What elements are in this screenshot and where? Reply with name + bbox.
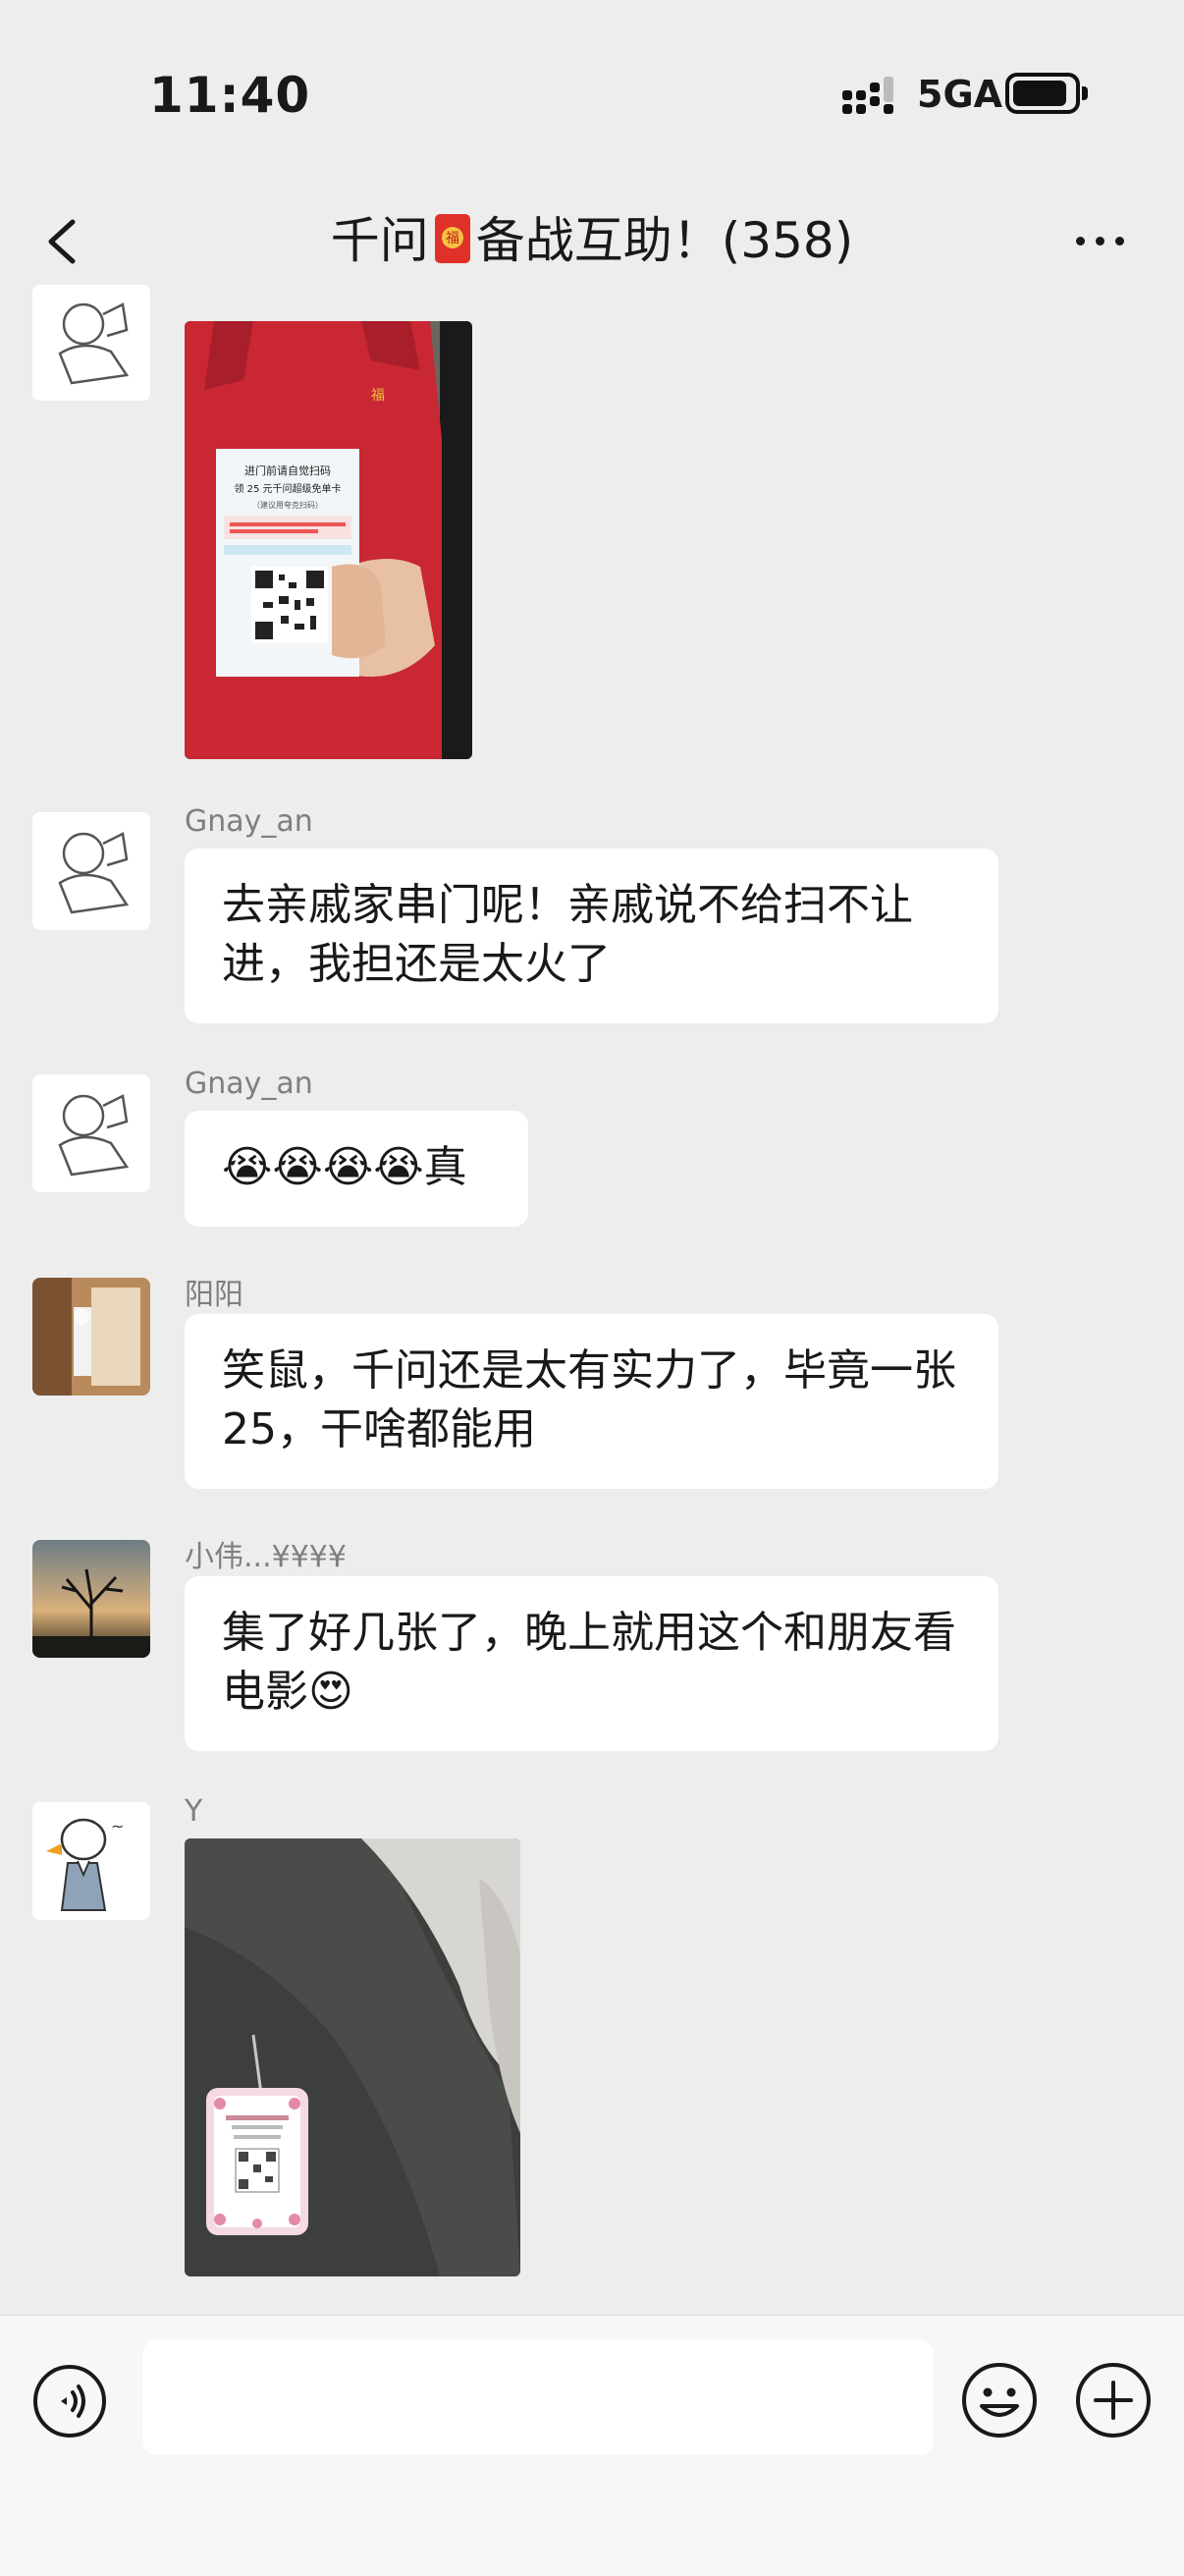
photo-card-line3: （建议用夸克扫码） xyxy=(252,500,323,510)
avatar[interactable] xyxy=(32,1278,150,1396)
message-photo[interactable]: 福 进门前请自觉扫码 领 25 元千问超级免单卡 （建议用夸克扫码） xyxy=(185,321,472,759)
sender-name: Gnay_an xyxy=(185,1067,313,1101)
svg-text:福: 福 xyxy=(446,231,459,247)
avatar[interactable] xyxy=(32,285,150,401)
battery-icon xyxy=(1005,73,1088,114)
red-envelope-icon: 福 xyxy=(434,214,470,263)
chat-title-prefix: 千问 xyxy=(330,212,429,269)
message-photo[interactable] xyxy=(185,1838,520,2276)
photo-card-line1: 进门前请自觉扫码 xyxy=(244,464,331,477)
photo-card-line2: 领 25 元千问超级免单卡 xyxy=(234,482,341,495)
network-label: 5GA xyxy=(917,73,1003,116)
avatar[interactable]: ~ xyxy=(32,1802,150,1920)
plus-icon[interactable] xyxy=(1074,2361,1153,2439)
message-input[interactable] xyxy=(142,2339,934,2455)
more-dots-icon[interactable] xyxy=(1070,226,1129,255)
svg-text:~: ~ xyxy=(111,1817,124,1836)
message-bubble[interactable]: 集了好几张了，晚上就用这个和朋友看电影😍 xyxy=(185,1576,998,1751)
input-bar xyxy=(0,2315,1184,2576)
chat-title: 千问 福备战互助！(358) xyxy=(147,206,1037,275)
status-bar: 11:40 5GA xyxy=(0,0,1184,187)
avatar[interactable] xyxy=(32,1074,150,1192)
chat-header: 千问 福备战互助！(358) xyxy=(0,187,1184,304)
svg-text:福: 福 xyxy=(371,388,385,404)
voice-icon[interactable] xyxy=(31,2363,108,2439)
chat-title-suffix: 备战互助！(358) xyxy=(475,212,854,269)
sender-name: Gnay_an xyxy=(185,804,313,839)
avatar[interactable] xyxy=(32,1540,150,1658)
message-bubble[interactable]: 笑鼠，千问还是太有实力了，毕竟一张25，干啥都能用 xyxy=(185,1314,998,1489)
sender-name: 小伟...¥¥¥¥ xyxy=(185,1540,347,1574)
sender-name: 阳阳 xyxy=(185,1278,243,1312)
chevron-left-icon[interactable] xyxy=(35,212,94,271)
message-bubble[interactable]: 去亲戚家串门呢！亲戚说不给扫不让进，我担还是太火了 xyxy=(185,849,998,1023)
emoji-icon[interactable] xyxy=(960,2361,1039,2439)
sender-name: Y xyxy=(185,1794,203,1829)
signal-icon xyxy=(842,77,899,116)
message-bubble[interactable]: 😭😭😭😭真 xyxy=(185,1111,528,1227)
status-time: 11:40 xyxy=(149,67,311,124)
avatar[interactable] xyxy=(32,812,150,930)
